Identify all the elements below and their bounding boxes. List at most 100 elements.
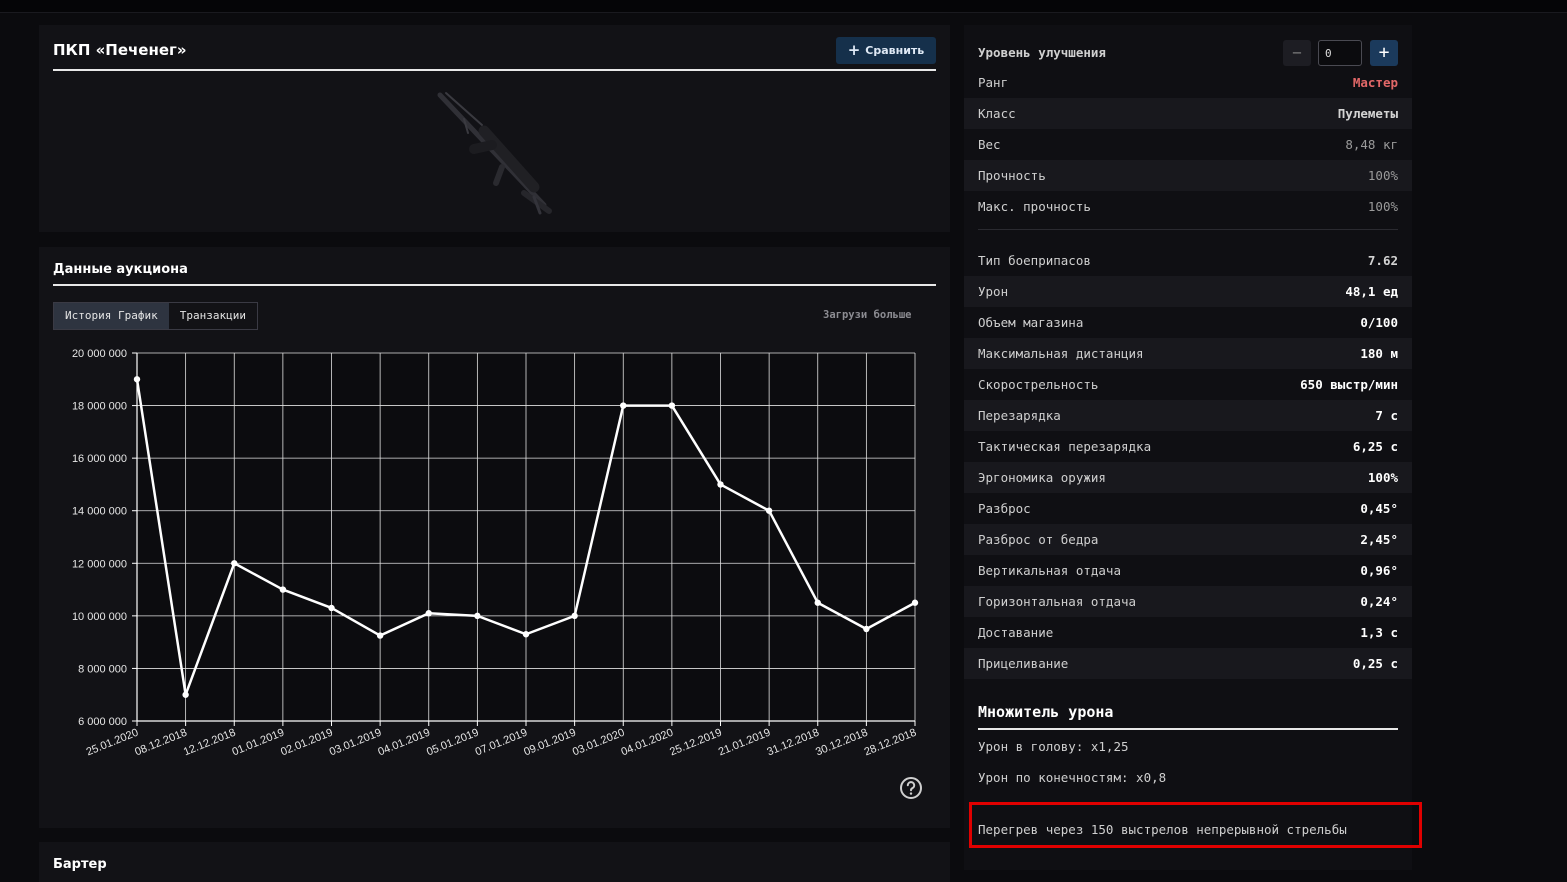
stat-label: Тактическая перезарядка [978,439,1152,454]
data-point[interactable] [911,599,919,606]
stat-row: Объем магазина 0/100 [964,307,1412,338]
stat-label: Класс [978,106,1016,121]
item-title-underline [53,69,936,71]
data-point[interactable] [182,691,189,698]
stat-label: Скорострельность [978,377,1099,392]
stat-value: 100% [1367,470,1398,485]
y-tick-label: 16 000 000 [72,453,127,465]
stat-row: Перезарядка 7 с [964,400,1412,431]
stat-value: 650 выстр/мин [1300,377,1398,392]
stat-value: 1,3 с [1360,625,1398,640]
data-point[interactable] [620,402,627,409]
stat-value: 7 с [1375,408,1398,423]
x-tick-label: 01.01.2019 [230,727,286,759]
x-tick-label: 21.01.2019 [717,727,773,759]
stat-row: Разброс от бедра 2,45° [964,524,1412,555]
stat-label: Доставание [978,625,1054,640]
data-point[interactable] [668,402,676,409]
stat-row: Тактическая перезарядка 6,25 с [964,431,1412,462]
y-tick-label: 10 000 000 [72,611,127,623]
stat-label: Разброс [978,501,1031,516]
data-point[interactable] [425,610,432,617]
price-history-chart: 6 000 000 8 000 000 10 000 000 12 000 000 14… [72,348,919,759]
item-panel: ПКП «Печенег» + Сравнить [39,25,950,232]
stat-row: Доставание 1,3 с [964,617,1412,648]
limb-damage-text: Урон по конечностям: x0,8 [978,770,1167,785]
data-point[interactable] [328,604,335,612]
data-point[interactable] [279,586,287,593]
stat-label: Макс. прочность [978,199,1091,214]
data-point[interactable] [571,612,578,620]
stat-row-durability: Прочность 100% [964,160,1412,191]
x-tick-label: 04.01.2019 [376,727,432,759]
data-point[interactable] [814,599,821,606]
data-point[interactable] [474,612,481,620]
stat-value: Мастер [1352,75,1398,90]
x-tick-label: 31.12.2018 [765,727,821,759]
stat-row: Вертикальная отдача 0,96° [964,555,1412,586]
data-point[interactable] [717,481,724,488]
stat-value: 2,45° [1360,532,1398,547]
item-title: ПКП «Печенег» [53,41,187,59]
y-tick-label: 6 000 000 [78,716,127,728]
stat-row-max-durability: Макс. прочность 100% [964,191,1412,222]
stat-row: Скорострельность 650 выстр/мин [964,369,1412,400]
upgrade-level-input[interactable] [1318,40,1362,66]
machine-gun-icon [437,92,552,215]
stat-label: Вертикальная отдача [978,563,1121,578]
x-tick-label: 08.12.2018 [133,727,189,759]
x-tick-label: 07.01.2019 [474,727,530,759]
stat-row: Разброс 0,45° [964,493,1412,524]
top-bar [0,0,1567,13]
x-tick-label: 30.12.2018 [814,727,870,759]
stat-value: 0,25 с [1352,656,1398,671]
plus-icon: + [847,41,861,59]
data-point[interactable] [522,631,530,638]
chart-grid [136,352,916,722]
x-tick-label: 25.12.2019 [668,727,724,759]
stat-row-class: Класс Пулеметы [964,98,1412,129]
stat-row-weight: Вес 8,48 кг [964,129,1412,160]
x-tick-label: 25.01.2020 [85,727,141,759]
x-tick-label: 02.01.2019 [279,727,335,759]
stat-label: Вес [978,137,1001,152]
y-tick-label: 18 000 000 [72,401,127,413]
stat-row-rank: Ранг Мастер [964,67,1412,98]
stat-value: 180 м [1360,346,1398,361]
stat-value: Пулеметы [1337,106,1398,121]
compare-button[interactable]: + Сравнить [836,37,936,64]
upgrade-increase-button[interactable]: + [1370,40,1398,66]
stat-value: 0/100 [1360,315,1398,330]
question-circle-icon[interactable] [899,776,923,800]
y-tick-label: 20 000 000 [72,348,127,360]
x-tick-label: 12.12.2018 [182,727,238,759]
stat-row: Горизонтальная отдача 0,24° [964,586,1412,617]
stat-label: Урон [978,284,1009,299]
auction-panel: Данные аукциона История График Транзакци… [39,247,950,828]
stat-label: Эргономика оружия [978,470,1106,485]
stat-value: 0,96° [1360,563,1398,578]
data-point[interactable] [133,376,141,383]
overheat-text: Перегрев через 150 выстрелов непрерывной… [978,822,1347,837]
stat-row: Урон 48,1 ед [964,276,1412,307]
data-point[interactable] [765,507,773,514]
data-point[interactable] [863,625,870,633]
compare-button-label: Сравнить [865,44,925,57]
stat-value: 48,1 ед [1345,284,1398,299]
stat-label: Прицеливание [978,656,1069,671]
data-point[interactable] [376,632,384,639]
stat-value: 100% [1367,168,1398,183]
x-tick-label: 04.01.2020 [619,727,675,759]
data-point[interactable] [231,560,238,567]
stat-value: 6,25 с [1352,439,1398,454]
stat-row: Эргономика оружия 100% [964,462,1412,493]
x-tick-label: 05.01.2019 [425,727,481,759]
upgrade-decrease-button[interactable]: − [1283,40,1311,66]
x-tick-label: 03.01.2020 [571,727,627,759]
stats-panel: Уровень улучшения − + Ранг Мастер Класс … [964,25,1412,870]
y-tick-label: 8 000 000 [78,663,127,675]
x-tick-label: 28.12.2018 [863,727,919,759]
damage-multiplier-underline [978,728,1398,730]
head-damage-text: Урон в голову: x1,25 [978,739,1129,754]
damage-multiplier-title: Множитель урона [978,703,1114,721]
